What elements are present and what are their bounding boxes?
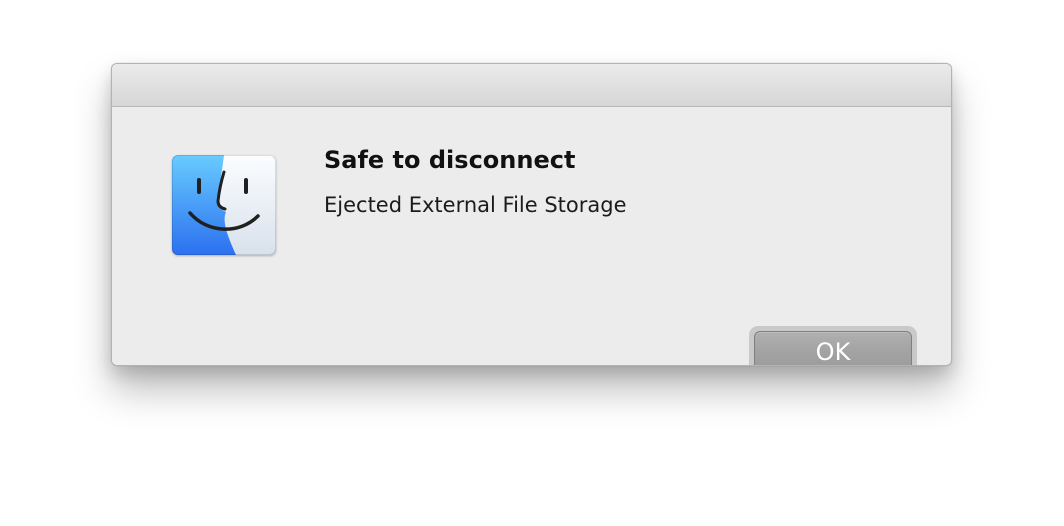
alert-dialog: Safe to disconnect Ejected External File…: [111, 63, 952, 366]
default-button-focus-ring: OK: [749, 326, 917, 365]
finder-icon: [172, 155, 276, 255]
dialog-title: Safe to disconnect: [324, 146, 576, 174]
screen-background: Safe to disconnect Ejected External File…: [0, 0, 1064, 526]
ok-button[interactable]: OK: [754, 331, 912, 365]
dialog-message: Ejected External File Storage: [324, 193, 627, 217]
dialog-titlebar: [112, 64, 951, 107]
dialog-content: Safe to disconnect Ejected External File…: [112, 107, 951, 365]
